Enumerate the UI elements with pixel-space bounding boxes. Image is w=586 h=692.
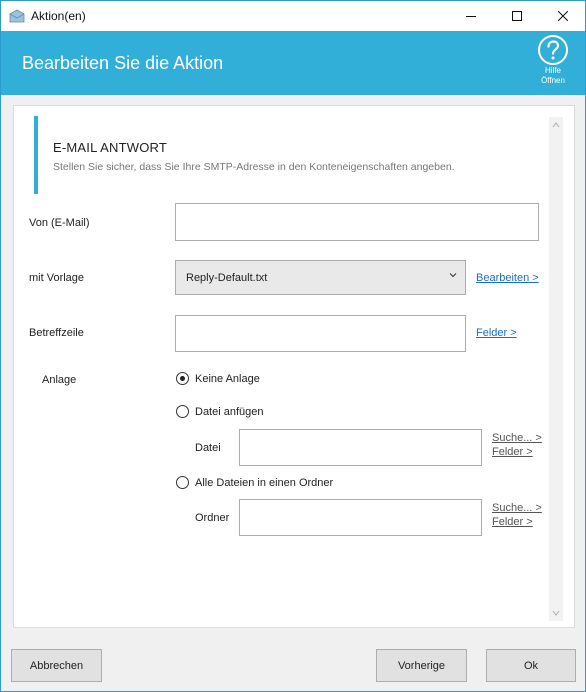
radio-attach-file[interactable] bbox=[176, 405, 189, 418]
page-title: Bearbeiten Sie die Aktion bbox=[22, 53, 224, 73]
minimize-button[interactable] bbox=[448, 1, 494, 31]
subject-fields-link[interactable]: Felder > bbox=[476, 327, 517, 339]
template-select[interactable]: Reply-Default.txt bbox=[175, 260, 466, 295]
radio-all-files-folder-label[interactable]: Alle Dateien in einen Ordner bbox=[195, 477, 333, 489]
cancel-button[interactable]: Abbrechen bbox=[11, 649, 102, 682]
folder-search-link[interactable]: Suche... > bbox=[492, 501, 542, 515]
template-select-value: Reply-Default.txt bbox=[186, 272, 268, 284]
from-label: Von (E-Mail) bbox=[29, 217, 90, 229]
from-email-input[interactable] bbox=[175, 203, 539, 241]
section-accent-bar bbox=[34, 116, 38, 194]
template-label: mit Vorlage bbox=[29, 272, 85, 284]
template-edit-link[interactable]: Bearbeiten > bbox=[476, 272, 539, 284]
maximize-button[interactable] bbox=[494, 1, 540, 31]
radio-all-files-folder[interactable] bbox=[176, 476, 189, 489]
folder-fields-link[interactable]: Felder > bbox=[492, 515, 542, 529]
scroll-up-icon[interactable] bbox=[552, 121, 560, 129]
envelope-icon bbox=[9, 9, 25, 23]
file-input[interactable] bbox=[239, 429, 482, 466]
help-button[interactable]: Hilfe Öffnen bbox=[528, 34, 578, 92]
file-fields-link[interactable]: Felder > bbox=[492, 445, 542, 459]
section-title: E-MAIL ANTWORT bbox=[53, 140, 168, 155]
folder-label: Ordner bbox=[195, 512, 230, 524]
title-bar[interactable]: Aktion(en) bbox=[1, 1, 585, 31]
folder-input[interactable] bbox=[239, 499, 482, 536]
chevron-down-icon bbox=[449, 273, 457, 278]
question-circle-icon bbox=[538, 35, 568, 65]
radio-no-attachment[interactable] bbox=[176, 372, 189, 385]
subject-input[interactable] bbox=[175, 315, 466, 352]
help-label-line2: Öffnen bbox=[541, 76, 565, 85]
file-label: Datei bbox=[195, 442, 221, 454]
close-icon bbox=[558, 11, 568, 21]
file-search-link[interactable]: Suche... > bbox=[492, 431, 542, 445]
file-links: Suche... > Felder > bbox=[492, 431, 542, 459]
ok-button[interactable]: Ok bbox=[486, 649, 576, 682]
previous-button[interactable]: Vorherige bbox=[376, 649, 467, 682]
dialog-window: Aktion(en) Bearbeiten Sie die Aktion Hil… bbox=[0, 0, 586, 692]
radio-no-attachment-label[interactable]: Keine Anlage bbox=[195, 373, 260, 385]
subject-label: Betreffzeile bbox=[29, 327, 84, 339]
content-panel: E-MAIL ANTWORT Stellen Sie sicher, dass … bbox=[13, 105, 575, 628]
minimize-icon bbox=[466, 16, 476, 17]
folder-links: Suche... > Felder > bbox=[492, 501, 542, 529]
header-band: Bearbeiten Sie die Aktion Hilfe Öffnen bbox=[1, 31, 585, 95]
help-label-line1: Hilfe bbox=[544, 66, 561, 75]
section-description: Stellen Sie sicher, dass Sie Ihre SMTP-A… bbox=[53, 161, 455, 173]
close-button[interactable] bbox=[540, 1, 586, 31]
scroll-down-icon[interactable] bbox=[552, 609, 560, 617]
attachment-label: Anlage bbox=[42, 374, 77, 386]
maximize-icon bbox=[512, 11, 522, 21]
window-title: Aktion(en) bbox=[31, 9, 86, 23]
radio-attach-file-label[interactable]: Datei anfügen bbox=[195, 406, 264, 418]
vertical-scrollbar[interactable] bbox=[549, 117, 563, 621]
